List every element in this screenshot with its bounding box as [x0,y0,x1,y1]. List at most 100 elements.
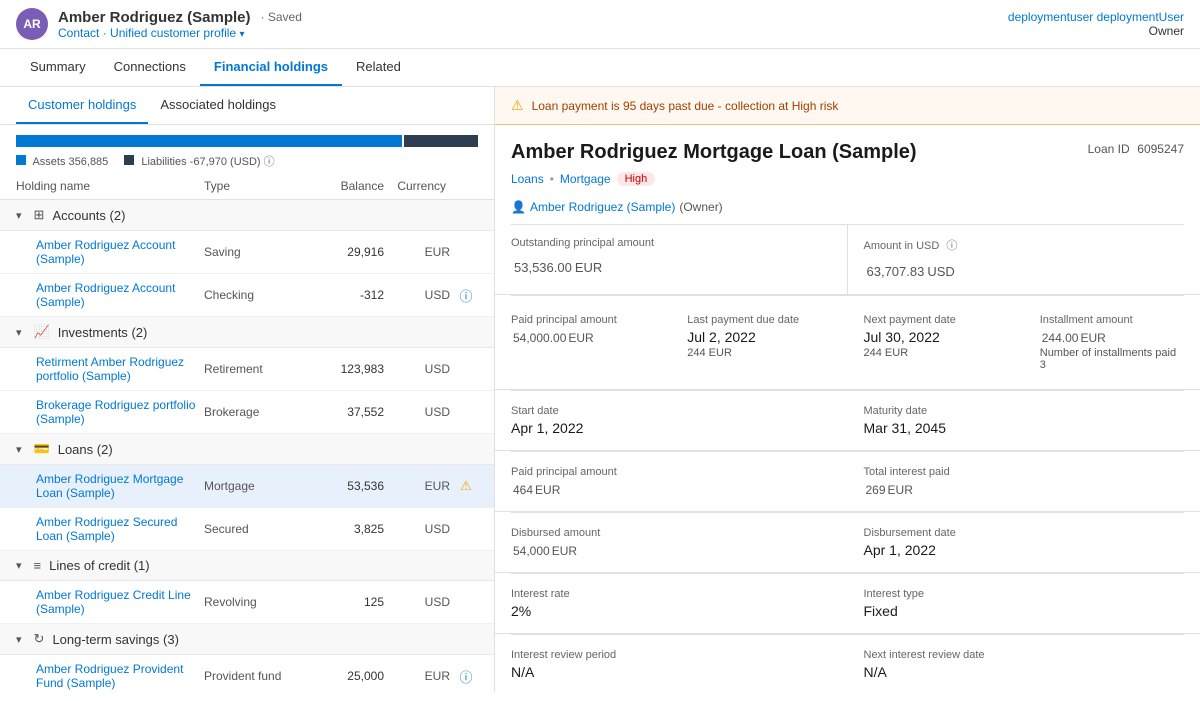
group-investments[interactable]: ▾ 📈 Investments (2) [0,317,494,348]
header-holding-name: Holding name [16,179,204,193]
field-label: Paid principal amount [511,314,655,326]
fields-row-5: Interest rate 2% Interest type Fixed [495,574,1200,634]
liabilities-value: -67,970 [190,156,227,168]
investments-label: Investments [58,325,128,340]
savings-icon: ↻ [34,631,45,647]
username: deploymentuser deploymentUser [1008,10,1184,24]
owner-row: 👤 Amber Rodriguez (Sample) (Owner) [495,198,1200,216]
nav-summary[interactable]: Summary [16,49,100,86]
field-value: 269EUR [864,481,1185,497]
holding-balance: 37,552 [304,405,384,419]
fields-row-2: Start date Apr 1, 2022 Maturity date Mar… [495,391,1200,451]
profile-chevron: ▾ [239,29,244,40]
credit-icon: ≡ [34,558,42,573]
field-value: 54,000EUR [511,542,832,558]
list-item[interactable]: Amber Rodriguez Account (Sample) Checkin… [0,274,494,317]
field-sub: 244 EUR [864,347,1008,359]
alert-icon: ⚠ [511,97,524,114]
list-item[interactable]: Amber Rodriguez Account (Sample) Saving … [0,231,494,274]
holding-currency: USD [384,595,454,609]
chart-info-icon[interactable]: ⓘ [264,156,275,168]
holding-currency: EUR [384,669,454,683]
field-total-interest: Total interest paid 269EUR [848,456,1200,507]
owner-name[interactable]: Amber Rodriguez (Sample) [530,200,675,214]
loan-id-container: Loan ID 6095247 [1088,141,1184,156]
left-panel: Customer holdings Associated holdings As… [0,87,495,692]
fields-row-3: Paid principal amount 464EUR Total inter… [495,452,1200,512]
alert-message: Loan payment is 95 days past due - colle… [532,99,839,113]
list-item[interactable]: Amber Rodriguez Provident Fund (Sample) … [0,655,494,692]
tab-customer-holdings[interactable]: Customer holdings [16,87,148,124]
profile-link[interactable]: Unified customer profile [110,26,236,40]
header-balance: Balance [304,179,384,193]
detail-breadcrumb: Loans • Mortgage High [495,172,1200,198]
app-header: AR Amber Rodriguez (Sample) · Saved Cont… [0,0,1200,49]
kpi-info-icon[interactable]: ⓘ [946,240,957,252]
credit-chevron: ▾ [16,559,22,572]
field-label: Total interest paid [864,466,1185,478]
field-paid-principal-2: Paid principal amount 464EUR [495,456,848,507]
contact-link[interactable]: Contact [58,26,99,40]
holding-currency: USD [384,362,454,376]
tab-associated-holdings[interactable]: Associated holdings [148,87,288,124]
holding-type: Retirement [204,362,304,376]
kpi-outstanding: Outstanding principal amount 53,536.00EU… [495,225,848,294]
breadcrumb-sep1: • [550,172,554,186]
table-header-row: Holding name Type Balance Currency [0,173,494,200]
group-long-term-savings[interactable]: ▾ ↻ Long-term savings (3) [0,624,494,655]
owner-person-icon: 👤 [511,200,526,214]
bar-legend: Assets 356,885 Liabilities -67,970 (USD)… [16,153,478,169]
nav-financial-holdings[interactable]: Financial holdings [200,49,342,86]
loans-label: Loans [58,442,93,457]
breadcrumb-mortgage[interactable]: Mortgage [560,172,611,186]
group-lines-of-credit[interactable]: ▾ ≡ Lines of credit (1) [0,551,494,581]
liabilities-bar-segment [404,135,478,147]
alert-banner: ⚠ Loan payment is 95 days past due - col… [495,87,1200,125]
loan-id-value: 6095247 [1137,142,1184,156]
holding-info-icon[interactable]: ⓘ [454,286,478,305]
field-next-payment-date: Next payment date Jul 30, 2022 244 EUR [848,304,1024,381]
saved-indicator: · Saved [261,10,302,24]
kpi-value-outstanding: 53,536.00EUR [511,252,831,278]
holding-name: Retirment Amber Rodriguez portfolio (Sam… [36,355,204,383]
holding-balance: 25,000 [304,669,384,683]
loan-id-label: Loan ID [1088,142,1130,156]
holding-name: Amber Rodriguez Account (Sample) [36,281,204,309]
breadcrumb-loans[interactable]: Loans [511,172,544,186]
list-item[interactable]: Amber Rodriguez Credit Line (Sample) Rev… [0,581,494,624]
holding-name: Brokerage Rodriguez portfolio (Sample) [36,398,204,426]
list-item[interactable]: Amber Rodriguez Mortgage Loan (Sample) M… [0,465,494,508]
credit-label: Lines of credit [49,558,130,573]
holding-currency: EUR [384,245,454,259]
field-label: Start date [511,405,832,417]
list-item[interactable]: Brokerage Rodriguez portfolio (Sample) B… [0,391,494,434]
investments-icon: 📈 [34,324,50,340]
sub-separator: · [103,26,110,40]
nav-connections[interactable]: Connections [100,49,200,86]
group-accounts[interactable]: ▾ ⊞ Accounts (2) [0,200,494,231]
group-loans[interactable]: ▾ 💳 Loans (2) [0,434,494,465]
holding-currency: USD [384,522,454,536]
field-maturity-date: Maturity date Mar 31, 2045 [848,395,1200,446]
holding-name: Amber Rodriguez Provident Fund (Sample) [36,662,204,690]
main-content: Customer holdings Associated holdings As… [0,87,1200,692]
accounts-count: (2) [110,208,126,223]
holding-info-icon[interactable]: ⓘ [454,667,478,686]
holding-name: Amber Rodriguez Secured Loan (Sample) [36,515,204,543]
loans-count: (2) [97,442,113,457]
field-installment-amount: Installment amount 244.00EUR Number of i… [1024,304,1200,381]
savings-chevron: ▾ [16,633,22,646]
header-type: Type [204,179,304,193]
list-item[interactable]: Retirment Amber Rodriguez portfolio (Sam… [0,348,494,391]
fields-grid-3: Paid principal amount 464EUR Total inter… [495,456,1200,507]
fields-row-1: Paid principal amount 54,000.00EUR Last … [495,296,1200,390]
list-item[interactable]: Amber Rodriguez Secured Loan (Sample) Se… [0,508,494,551]
holding-type: Saving [204,245,304,259]
holding-name: Amber Rodriguez Account (Sample) [36,238,204,266]
holding-type: Provident fund [204,669,304,683]
holding-balance: 29,916 [304,245,384,259]
nav-related[interactable]: Related [342,49,415,86]
holding-currency: EUR [384,479,454,493]
field-value: Jul 30, 2022 [864,329,1008,345]
liabilities-legend: Liabilities -67,970 (USD) ⓘ [124,153,274,169]
